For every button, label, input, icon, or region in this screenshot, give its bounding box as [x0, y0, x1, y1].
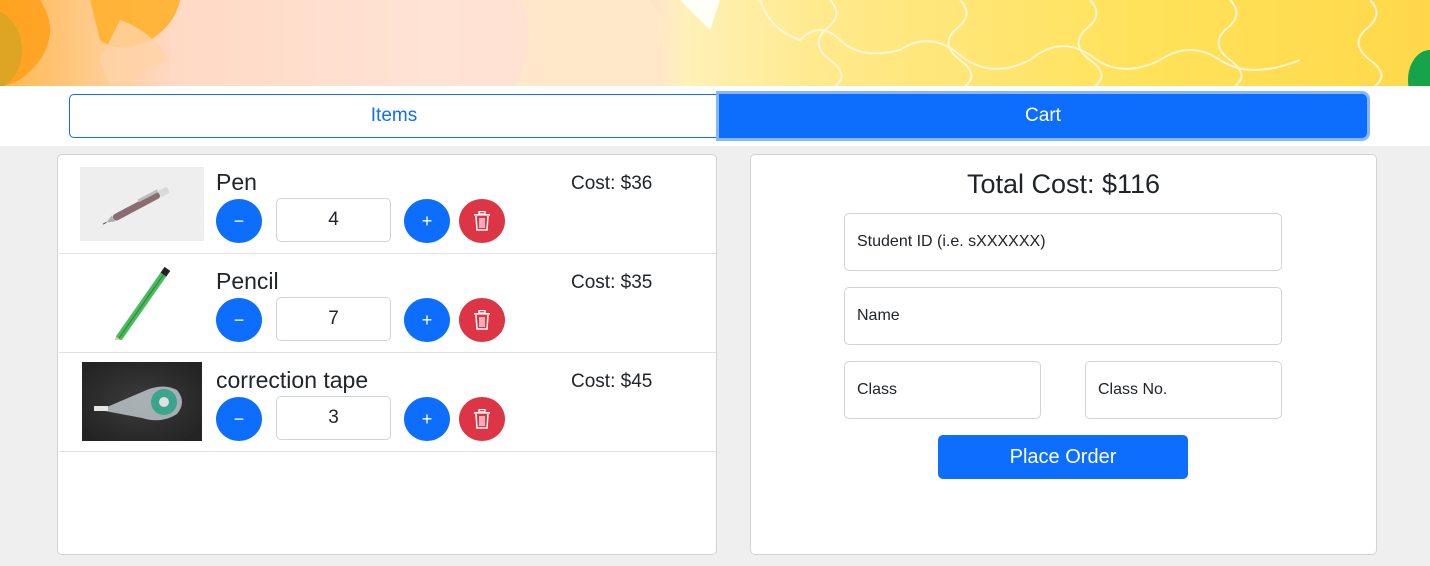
class-field[interactable] — [844, 361, 1041, 419]
increase-quantity-button[interactable]: + — [404, 199, 450, 243]
cart-item-row: correction tape Cost: $45 − + — [59, 353, 716, 452]
quantity-input[interactable] — [276, 297, 391, 341]
decrease-quantity-button[interactable]: − — [216, 199, 262, 243]
item-cost: Cost: $35 — [571, 272, 653, 293]
quantity-input[interactable] — [276, 396, 391, 440]
trash-icon — [474, 409, 490, 429]
plus-icon: + — [421, 210, 433, 231]
decrease-quantity-button[interactable]: − — [216, 298, 262, 342]
plus-icon: + — [421, 408, 433, 429]
name-field[interactable] — [844, 287, 1282, 345]
increase-quantity-button[interactable]: + — [404, 397, 450, 441]
order-form-panel: Total Cost: $116 Place Order — [750, 154, 1377, 555]
trash-icon — [474, 310, 490, 330]
cart-item-row: Pen Cost: $36 − + — [59, 155, 716, 254]
item-cost: Cost: $36 — [571, 173, 653, 194]
delete-item-button[interactable] — [459, 199, 505, 243]
tab-cart[interactable]: Cart — [719, 94, 1367, 138]
item-name: correction tape — [216, 367, 369, 393]
item-cost: Cost: $45 — [571, 371, 653, 392]
decrease-quantity-button[interactable]: − — [216, 397, 262, 441]
item-name: Pencil — [216, 268, 279, 294]
cart-item-row: Pencil Cost: $35 − + — [59, 254, 716, 353]
total-cost: Total Cost: $116 — [966, 169, 1161, 199]
plus-icon: + — [421, 309, 433, 330]
item-name: Pen — [216, 169, 257, 195]
minus-icon: − — [233, 408, 245, 429]
class-no-field[interactable] — [1085, 361, 1282, 419]
correction-tape-image — [82, 362, 202, 441]
view-tabs: Items Cart — [69, 94, 1367, 138]
minus-icon: − — [233, 210, 245, 231]
pen-image — [80, 167, 204, 241]
place-order-button[interactable]: Place Order — [938, 435, 1188, 479]
cart-list-panel: Pen Cost: $36 − + — [57, 154, 717, 555]
minus-icon: − — [233, 309, 245, 330]
puzzle-pattern — [0, 0, 1430, 86]
student-id-field[interactable] — [844, 213, 1282, 271]
pencil-image — [80, 266, 204, 340]
tab-items[interactable]: Items — [69, 94, 719, 138]
increase-quantity-button[interactable]: + — [404, 298, 450, 342]
quantity-input[interactable] — [276, 198, 391, 242]
delete-item-button[interactable] — [459, 298, 505, 342]
delete-item-button[interactable] — [459, 397, 505, 441]
trash-icon — [474, 211, 490, 231]
header-banner-image — [0, 0, 1430, 86]
